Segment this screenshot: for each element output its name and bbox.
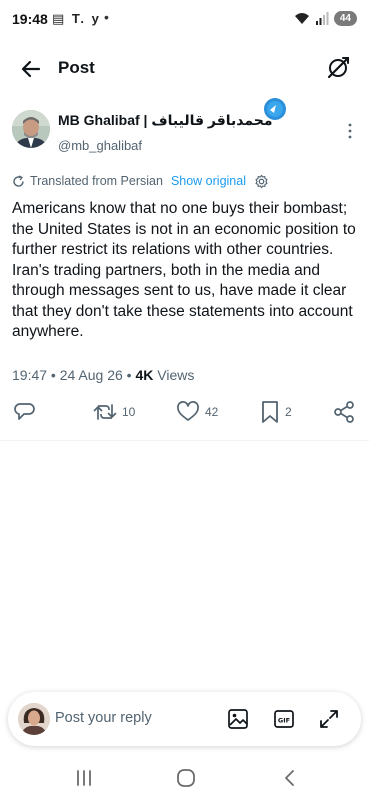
status-notification-icons: ▤ T. y	[52, 11, 101, 26]
recent-apps-icon[interactable]	[73, 768, 95, 788]
author-avatar[interactable]	[12, 110, 50, 148]
back-arrow-icon[interactable]	[18, 56, 44, 82]
battery-indicator: 44	[333, 11, 357, 26]
bookmark-count: 2	[285, 405, 292, 419]
like-count: 42	[205, 405, 219, 419]
status-dot: •	[104, 9, 109, 25]
back-icon[interactable]	[279, 768, 301, 788]
reply-input[interactable]: Post your reply	[55, 710, 152, 726]
repost-count: 10	[122, 405, 136, 419]
section-divider	[0, 440, 369, 441]
share-icon	[334, 401, 354, 423]
bookmark-icon	[262, 401, 278, 423]
reply-icon	[14, 403, 35, 420]
status-time: 19:48	[12, 11, 48, 27]
home-icon[interactable]	[175, 768, 197, 788]
svg-text:GIF: GIF	[278, 716, 290, 724]
bookmark-button[interactable]: 2	[260, 400, 292, 424]
signal-icon	[315, 12, 329, 25]
post-body-text: Americans know that no one buys their bo…	[12, 200, 356, 340]
grok-icon[interactable]	[325, 55, 351, 81]
more-options-icon[interactable]	[347, 122, 353, 140]
repost-button[interactable]: 10	[93, 400, 135, 424]
page-title: Post	[58, 58, 95, 77]
gear-icon[interactable]	[254, 174, 269, 189]
views-count[interactable]: 4K	[135, 367, 153, 383]
share-button[interactable]	[332, 400, 356, 424]
repost-icon	[93, 404, 117, 420]
user-avatar[interactable]	[18, 703, 50, 735]
post-timestamp[interactable]: 19:47 • 24 Aug 26 •	[12, 367, 135, 383]
system-navigation-bar	[0, 756, 369, 800]
verified-badge-icon	[264, 98, 286, 120]
author-handle[interactable]: @mb_ghalibaf	[58, 138, 142, 153]
post-author: MB Ghalibaf | محمدباقر قالیباف @mb_ghali…	[12, 98, 357, 160]
translate-icon	[13, 174, 24, 187]
heart-icon	[177, 401, 199, 421]
status-bar: 19:48 ▤ T. y • 44	[0, 0, 369, 40]
translation-notice: Translated from Persian Show original	[12, 172, 269, 190]
show-original-link[interactable]: Show original	[171, 174, 246, 188]
reply-composer: Post your reply GIF	[8, 692, 361, 746]
author-display-name[interactable]: MB Ghalibaf | محمدباقر قالیباف	[58, 112, 273, 129]
gif-icon[interactable]: GIF	[273, 708, 295, 730]
status-indicators: 44	[294, 11, 357, 26]
views-label: Views	[153, 367, 195, 383]
translated-label: Translated from Persian	[30, 174, 163, 188]
wifi-icon	[294, 13, 309, 24]
top-app-bar: Post	[0, 46, 369, 90]
post-actions: 10 42 2	[0, 400, 369, 426]
post-meta: 19:47 • 24 Aug 26 • 4K Views	[12, 367, 194, 383]
image-icon[interactable]	[227, 708, 249, 730]
like-button[interactable]: 42	[176, 400, 218, 424]
reply-button[interactable]	[14, 400, 36, 424]
expand-icon[interactable]	[318, 708, 340, 730]
